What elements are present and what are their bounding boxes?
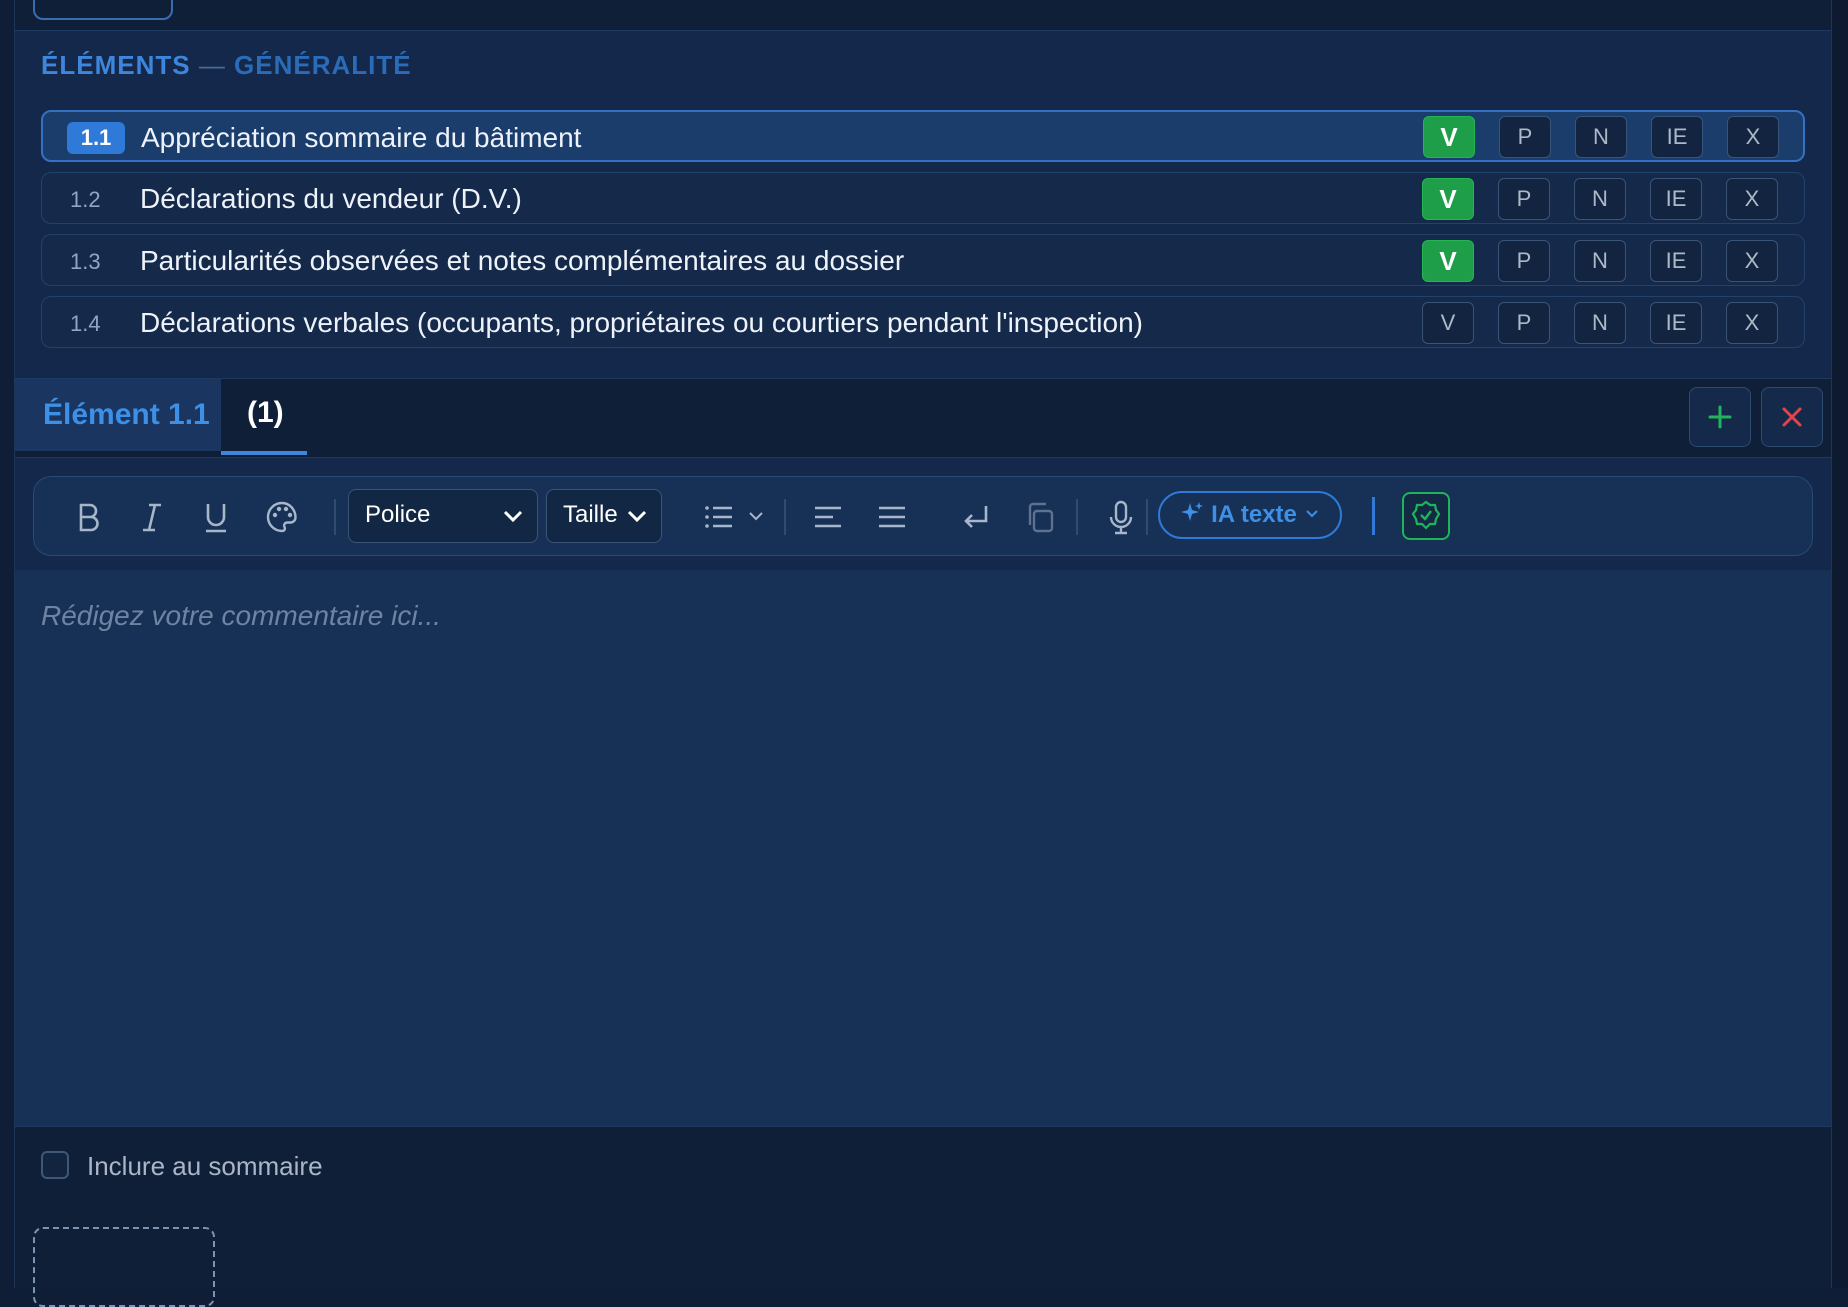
status-button-group: V P N IE X xyxy=(1422,302,1778,344)
microphone-icon[interactable] xyxy=(1106,497,1136,537)
chevron-down-icon xyxy=(627,510,647,523)
copy-icon[interactable] xyxy=(1024,497,1056,537)
status-button-v[interactable]: V xyxy=(1422,240,1474,282)
toolbar-divider xyxy=(1372,497,1375,535)
section-title: ÉLÉMENTS — GÉNÉRALITÉ xyxy=(41,50,412,81)
status-button-v[interactable]: V xyxy=(1423,116,1475,158)
list-icon[interactable] xyxy=(702,497,736,537)
font-select[interactable]: Police xyxy=(348,489,538,543)
include-summary-checkbox[interactable] xyxy=(41,1151,69,1179)
sparkle-icon xyxy=(1181,502,1204,521)
toolbar-divider xyxy=(334,499,336,535)
close-icon xyxy=(1782,407,1802,427)
validate-button[interactable] xyxy=(1402,492,1450,540)
top-bar xyxy=(15,0,1833,31)
section-label: ÉLÉMENTS xyxy=(41,50,191,80)
section-category: GÉNÉRALITÉ xyxy=(234,50,412,80)
status-button-x[interactable]: X xyxy=(1726,240,1778,282)
element-number: 1.1 xyxy=(67,122,125,154)
section-separator: — xyxy=(198,50,226,80)
toolbar-divider xyxy=(1146,499,1148,535)
palette-icon[interactable] xyxy=(264,497,300,537)
status-button-n[interactable]: N xyxy=(1575,116,1627,158)
tab-comment-count[interactable]: (1) xyxy=(221,379,307,455)
tab-element-label: Élément 1.1 xyxy=(43,398,210,431)
status-button-ie[interactable]: IE xyxy=(1650,178,1702,220)
shield-check-icon xyxy=(1411,500,1441,530)
summary-option: Inclure au sommaire xyxy=(15,1126,1833,1204)
chevron-down-icon xyxy=(503,510,523,523)
element-label: Déclarations du vendeur (D.V.) xyxy=(140,183,522,214)
status-button-ie[interactable]: IE xyxy=(1650,240,1702,282)
italic-icon[interactable] xyxy=(136,497,168,537)
status-button-ie[interactable]: IE xyxy=(1650,302,1702,344)
status-button-x[interactable]: X xyxy=(1726,178,1778,220)
font-select-value: Police xyxy=(365,501,431,528)
chevron-down-icon xyxy=(1305,510,1318,518)
status-button-n[interactable]: N xyxy=(1574,302,1626,344)
underline-icon[interactable] xyxy=(200,497,232,537)
plus-icon xyxy=(1708,405,1732,429)
element-label: Appréciation sommaire du bâtiment xyxy=(141,122,582,153)
status-button-p[interactable]: P xyxy=(1498,302,1550,344)
element-row[interactable]: 1.4 Déclarations verbales (occupants, pro… xyxy=(41,296,1805,348)
element-label: Particularités observées et notes complé… xyxy=(140,245,905,276)
element-row[interactable]: 1.1 Appréciation sommaire du bâtiment V P N I… xyxy=(41,110,1805,162)
align-left-icon[interactable] xyxy=(812,497,844,537)
status-button-p[interactable]: P xyxy=(1499,116,1551,158)
status-button-p[interactable]: P xyxy=(1498,178,1550,220)
status-button-n[interactable]: N xyxy=(1574,178,1626,220)
size-select[interactable]: Taille xyxy=(546,489,662,543)
bold-icon[interactable] xyxy=(72,497,104,537)
top-tab-button[interactable] xyxy=(33,0,173,20)
status-button-x[interactable]: X xyxy=(1726,302,1778,344)
status-button-ie[interactable]: IE xyxy=(1651,116,1703,158)
toolbar-divider xyxy=(784,499,786,535)
scrollbar-track[interactable] xyxy=(1831,0,1848,1288)
editor-toolbar: Police Taille IA texte xyxy=(33,476,1813,556)
tab-count-label: (1) xyxy=(247,396,284,429)
add-button[interactable] xyxy=(1689,387,1751,447)
status-button-n[interactable]: N xyxy=(1574,240,1626,282)
status-button-v[interactable]: V xyxy=(1422,178,1474,220)
status-button-v[interactable]: V xyxy=(1422,302,1474,344)
include-summary-label[interactable]: Inclure au sommaire xyxy=(87,1151,323,1182)
status-button-group: V P N IE X xyxy=(1422,240,1778,282)
element-row[interactable]: 1.3 Particularités observées et notes com… xyxy=(41,234,1805,286)
tab-element[interactable]: Élément 1.1 xyxy=(15,379,221,451)
status-button-x[interactable]: X xyxy=(1727,116,1779,158)
status-button-group: V P N IE X xyxy=(1423,116,1779,158)
element-number: 1.3 xyxy=(70,249,101,274)
element-number: 1.4 xyxy=(70,311,101,336)
return-icon[interactable] xyxy=(960,497,992,537)
status-button-p[interactable]: P xyxy=(1498,240,1550,282)
attachments-area xyxy=(15,1203,1833,1307)
delete-button[interactable] xyxy=(1761,387,1823,447)
justify-icon[interactable] xyxy=(876,497,908,537)
editor-placeholder: Rédigez votre commentaire ici... xyxy=(41,600,441,631)
status-button-group: V P N IE X xyxy=(1422,178,1778,220)
ai-text-button[interactable]: IA texte xyxy=(1158,491,1342,539)
inspection-panel: ÉLÉMENTS — GÉNÉRALITÉ 1.1 Appréciation so… xyxy=(14,0,1833,1307)
photo-dropzone[interactable] xyxy=(33,1227,215,1307)
element-row[interactable]: 1.2 Déclarations du vendeur (D.V.) V P N IE X xyxy=(41,172,1805,224)
list-dropdown-icon[interactable] xyxy=(746,497,766,537)
ai-button-label: IA texte xyxy=(1211,501,1297,528)
element-tab-bar: Élément 1.1 (1) xyxy=(15,378,1833,458)
toolbar-divider xyxy=(1076,499,1078,535)
size-select-value: Taille xyxy=(563,501,618,528)
element-number: 1.2 xyxy=(70,187,101,212)
element-label: Déclarations verbales (occupants, propri… xyxy=(140,307,1143,338)
comment-editor[interactable]: Rédigez votre commentaire ici... xyxy=(15,570,1833,1126)
